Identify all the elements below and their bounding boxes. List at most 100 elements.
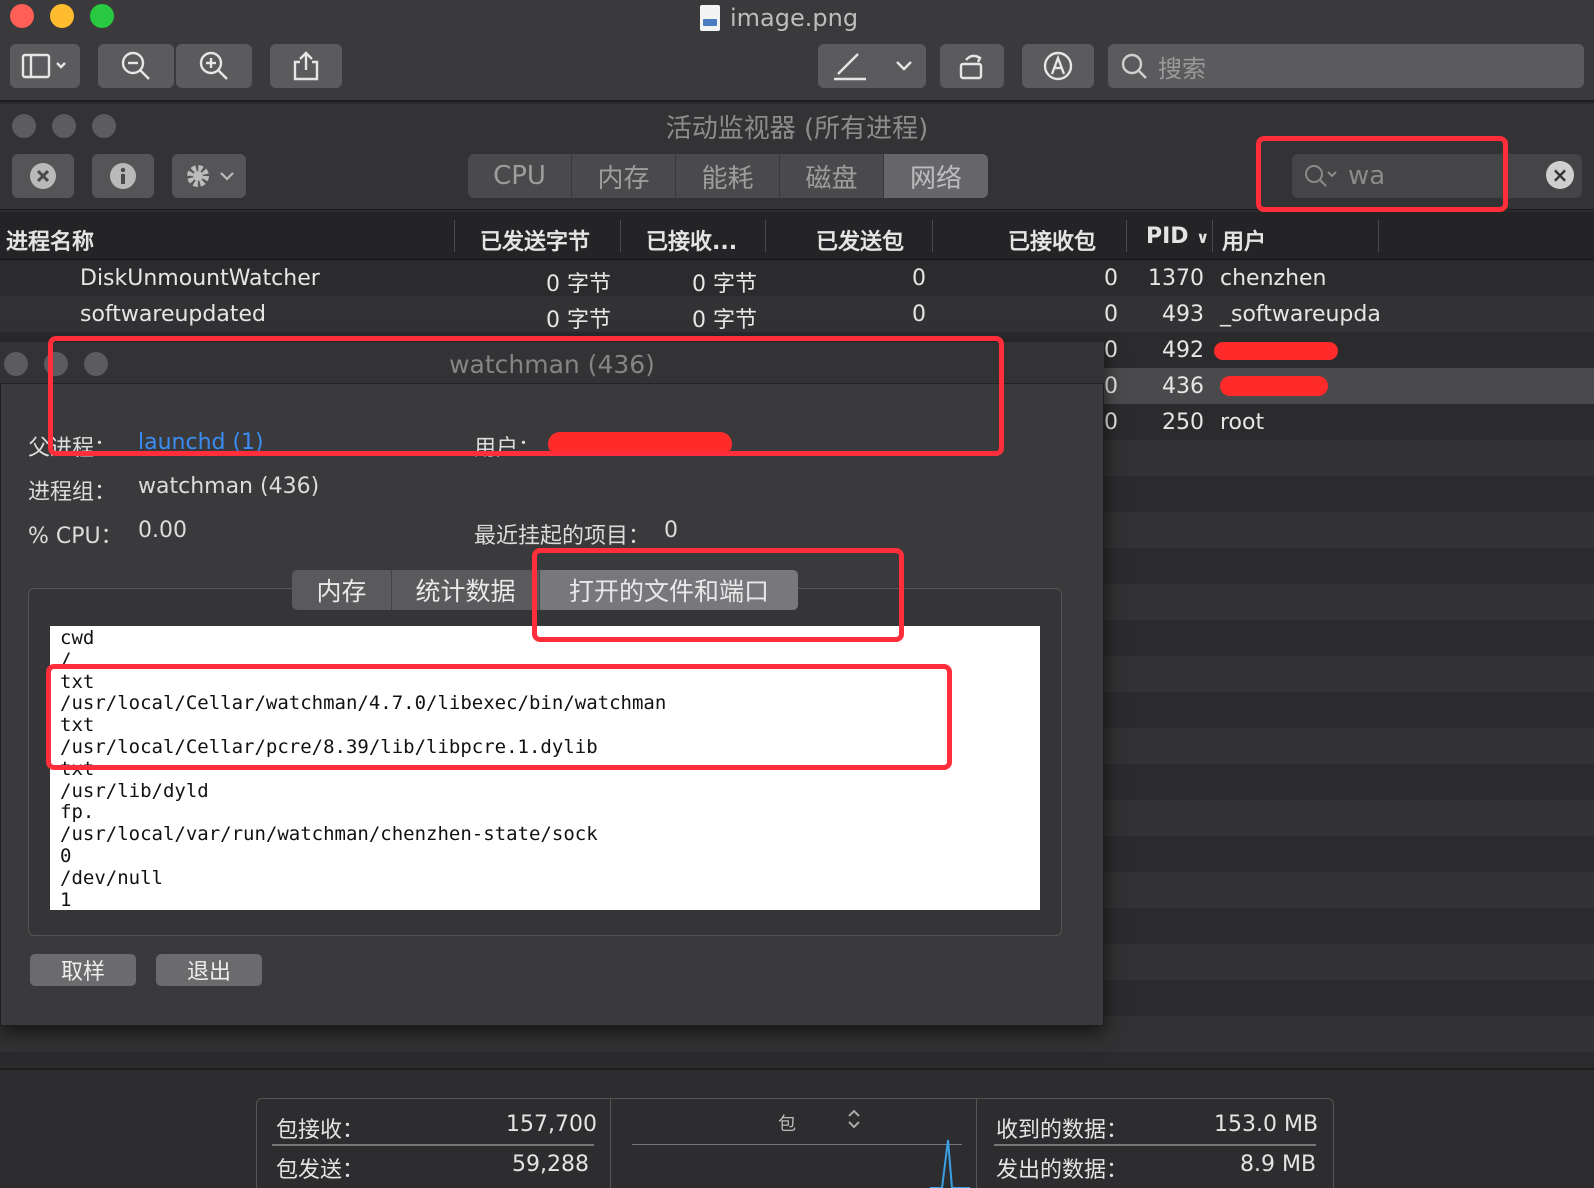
- sidebar-toggle-button[interactable]: [10, 44, 80, 88]
- column-process-name[interactable]: 进程名称: [6, 224, 94, 256]
- packets-out-value: 59,288: [512, 1152, 589, 1177]
- column-user[interactable]: 用户: [1222, 224, 1266, 256]
- minimize-window-button[interactable]: [50, 4, 74, 28]
- pid: 1370: [1148, 266, 1204, 291]
- received-packets: 0: [1104, 410, 1118, 435]
- pid: 492: [1162, 338, 1204, 363]
- annotate-button[interactable]: [1022, 44, 1094, 88]
- data-sent-label: 发出的数据：: [996, 1158, 1129, 1183]
- process-table-header: 进程名称 已发送字节 已接收... 已发送包 已接收包 PID ∨ 用户: [0, 212, 1594, 260]
- file-line: 0: [60, 844, 72, 867]
- markup-button[interactable]: [818, 44, 926, 88]
- search-icon: [1121, 53, 1147, 79]
- network-graph-spike: [930, 1139, 970, 1188]
- gear-icon: [187, 165, 209, 187]
- pid: 436: [1162, 374, 1204, 399]
- zoom-out-icon: [121, 51, 150, 80]
- pid: 250: [1162, 410, 1204, 435]
- preview-file-title: image.png: [700, 4, 858, 32]
- user: _softwareupda: [1220, 302, 1381, 327]
- received-bytes: 0 字节: [692, 308, 757, 333]
- column-divider: [1126, 220, 1127, 252]
- zoom-in-icon: [199, 51, 228, 80]
- column-divider: [620, 220, 621, 252]
- redaction-mark: [1214, 342, 1338, 360]
- data-received-value: 153.0 MB: [1214, 1112, 1319, 1137]
- updown-chevron-icon[interactable]: [846, 1108, 862, 1130]
- screenshot: image.png 搜索 活动监视器 (所有进程) CPU 内存 能耗 磁盘 网…: [0, 0, 1594, 1188]
- file-line: /usr/lib/dyld: [60, 779, 209, 802]
- file-line: /usr/local/var/run/watchman/chenzhen-sta…: [60, 823, 598, 846]
- table-row[interactable]: softwareupdated 0 字节 0 字节 0 0 493 _softw…: [0, 296, 1594, 333]
- tab-statistics[interactable]: 统计数据: [392, 570, 540, 610]
- rotate-icon: [959, 54, 983, 80]
- column-sent-bytes[interactable]: 已发送字节: [480, 224, 590, 256]
- quit-button[interactable]: 退出: [156, 954, 262, 986]
- clear-search-icon[interactable]: ×: [1546, 161, 1574, 189]
- column-pid-label: PID: [1146, 224, 1189, 249]
- tab-memory[interactable]: 内存: [292, 570, 392, 610]
- process-name: DiskUnmountWatcher: [80, 266, 320, 291]
- divider: [610, 1098, 611, 1188]
- file-line: /dev/null: [60, 866, 163, 889]
- received-packets: 0: [1104, 266, 1118, 291]
- recent-hangs-label: 最近挂起的项目：: [474, 524, 651, 549]
- column-divider: [932, 220, 933, 252]
- tab-disk[interactable]: 磁盘: [780, 154, 884, 198]
- stop-process-icon: [30, 163, 56, 189]
- process-name: softwareupdated: [80, 302, 266, 327]
- tab-energy[interactable]: 能耗: [676, 154, 780, 198]
- data-sent-value: 8.9 MB: [1240, 1152, 1317, 1177]
- info-icon: [110, 163, 136, 189]
- process-group-label: 进程组：: [28, 480, 117, 505]
- category-tabs: CPU 内存 能耗 磁盘 网络: [468, 154, 988, 198]
- image-file-icon: [700, 5, 720, 31]
- divider: [994, 1144, 1316, 1146]
- column-divider: [454, 220, 455, 252]
- preview-search-placeholder: 搜索: [1158, 54, 1206, 83]
- column-received-bytes[interactable]: 已接收...: [646, 224, 737, 256]
- tab-network[interactable]: 网络: [884, 154, 988, 198]
- column-pid[interactable]: PID ∨: [1146, 224, 1209, 249]
- close-window-button[interactable]: [10, 4, 34, 28]
- annotation-box: [46, 664, 952, 770]
- table-row: [0, 1052, 1594, 1068]
- fullscreen-window-button[interactable]: [90, 4, 114, 28]
- table-row[interactable]: DiskUnmountWatcher 0 字节 0 字节 0 0 1370 ch…: [0, 260, 1594, 297]
- pid: 493: [1162, 302, 1204, 327]
- sample-button[interactable]: 取样: [30, 954, 136, 986]
- column-divider: [1378, 220, 1379, 252]
- cpu-label: % CPU：: [28, 524, 123, 549]
- redaction-mark: [1220, 376, 1328, 396]
- rotate-button[interactable]: [940, 44, 1004, 88]
- tab-cpu[interactable]: CPU: [468, 154, 572, 198]
- preview-search-field[interactable]: 搜索: [1108, 44, 1584, 88]
- chevron-down-icon: [896, 61, 912, 71]
- received-bytes: 0 字节: [692, 272, 757, 297]
- divider: [976, 1098, 977, 1188]
- tab-memory[interactable]: 内存: [572, 154, 676, 198]
- zoom-out-button[interactable]: [98, 44, 174, 88]
- received-packets: 0: [1104, 338, 1118, 363]
- data-received-label: 收到的数据：: [996, 1118, 1129, 1143]
- column-sent-packets[interactable]: 已发送包: [816, 224, 904, 256]
- annotation-box: [1256, 136, 1508, 212]
- preview-filename: image.png: [730, 4, 859, 32]
- packets-out-label: 包发送：: [276, 1158, 365, 1183]
- zoom-in-button[interactable]: [176, 44, 252, 88]
- share-button[interactable]: [270, 44, 342, 88]
- pen-icon: [834, 53, 866, 81]
- sent-packets: 0: [912, 266, 926, 291]
- action-menu-button[interactable]: [172, 154, 246, 198]
- chevron-down-icon: [220, 172, 234, 181]
- info-button[interactable]: [92, 154, 154, 198]
- packets-in-label: 包接收：: [276, 1118, 365, 1143]
- column-received-packets[interactable]: 已接收包: [1008, 224, 1096, 256]
- divider: [272, 1144, 594, 1146]
- annotation-box: [48, 336, 1004, 456]
- stop-process-button[interactable]: [12, 154, 74, 198]
- graph-baseline: [632, 1144, 962, 1145]
- file-line: fp.: [60, 801, 95, 824]
- column-divider: [765, 220, 766, 252]
- column-divider: [1212, 220, 1213, 252]
